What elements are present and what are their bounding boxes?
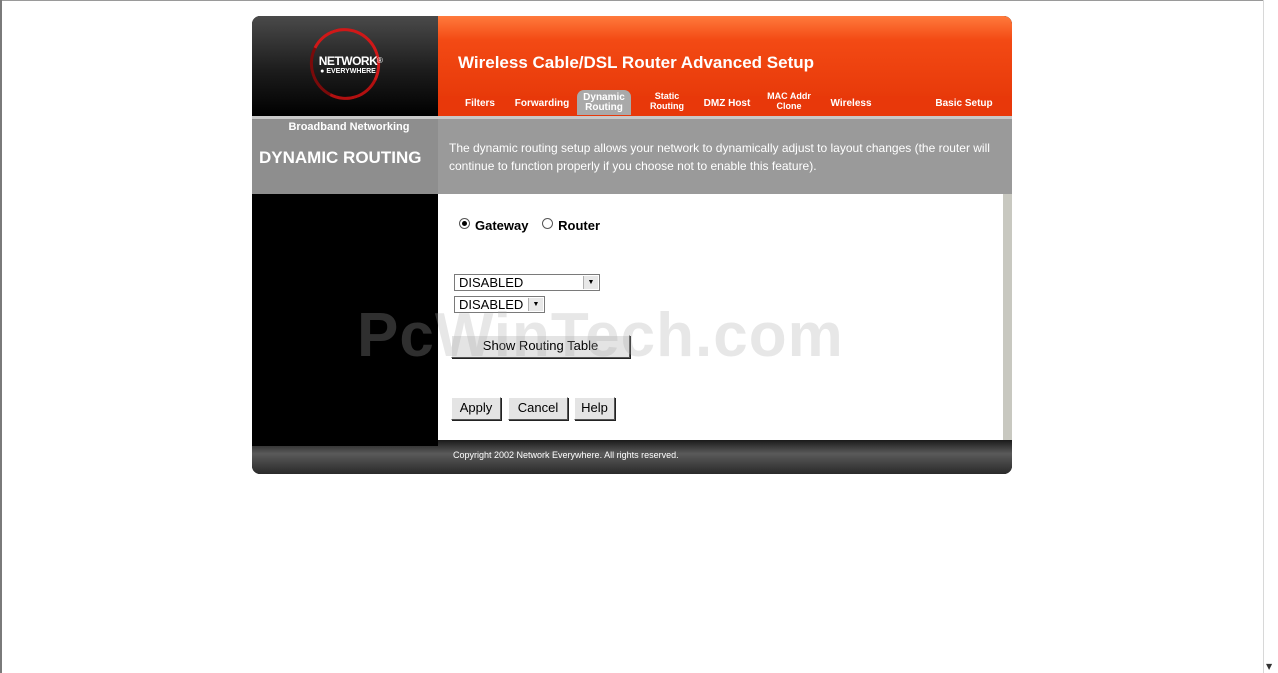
router-radio-label[interactable]: Router bbox=[558, 218, 600, 233]
tab-static-routing-line2: Routing bbox=[650, 101, 684, 111]
tab-mac-addr-clone-line1: MAC Addr bbox=[767, 91, 811, 101]
apply-button[interactable]: Apply bbox=[451, 397, 501, 420]
tab-static-routing-line1: Static bbox=[654, 91, 680, 101]
logo: NETWORK ● EVERYWHERE bbox=[314, 55, 382, 76]
tab-mac-addr-clone[interactable]: MAC Addr Clone bbox=[762, 91, 816, 111]
section-title: DYNAMIC ROUTING bbox=[259, 148, 422, 167]
router-admin-frame: NETWORK ● EVERYWHERE ® Wireless Cable/DS… bbox=[252, 16, 1012, 474]
label-column bbox=[252, 194, 438, 440]
working-mode-group: Gateway Router bbox=[459, 218, 610, 233]
tx-select-value: DISABLED bbox=[459, 275, 524, 290]
page-top-border bbox=[0, 0, 1278, 1]
footer-left-strip bbox=[252, 440, 438, 446]
copyright-text: Copyright 2002 Network Everywhere. All r… bbox=[453, 450, 679, 460]
dynamic-routing-label: Dynamic Routing : bbox=[589, 255, 704, 270]
form-area-edge bbox=[1003, 194, 1012, 440]
vertical-scrollbar[interactable]: ▼ bbox=[1263, 0, 1278, 673]
scroll-down-icon[interactable]: ▼ bbox=[1266, 662, 1272, 671]
help-button[interactable]: Help bbox=[574, 397, 615, 420]
page-title: Wireless Cable/DSL Router Advanced Setup bbox=[458, 53, 814, 72]
chevron-down-icon[interactable]: ▼ bbox=[528, 298, 543, 311]
logo-panel: NETWORK ● EVERYWHERE ® bbox=[252, 16, 438, 116]
show-routing-table-button[interactable]: Show Routing Table bbox=[451, 335, 630, 358]
gateway-radio-label[interactable]: Gateway bbox=[475, 218, 528, 233]
tab-filters[interactable]: Filters bbox=[462, 98, 498, 110]
logo-line2: ● EVERYWHERE bbox=[320, 68, 376, 75]
tab-bar: Filters Forwarding Dynamic Routing Stati… bbox=[438, 90, 1012, 116]
router-radio[interactable] bbox=[542, 218, 554, 229]
working-mode-label: Working Mode : bbox=[606, 217, 704, 232]
page-left-border bbox=[0, 0, 2, 673]
rx-select-value: DISABLED bbox=[459, 297, 524, 312]
tab-dynamic-routing-line2: Routing bbox=[585, 102, 623, 113]
broadband-networking-label: Broadband Networking bbox=[288, 121, 410, 133]
tx-label: TX : bbox=[679, 276, 704, 291]
tab-dynamic-routing[interactable]: Dynamic Routing bbox=[577, 90, 631, 115]
cancel-button[interactable]: Cancel bbox=[508, 397, 568, 420]
tx-select[interactable]: DISABLED ▼ bbox=[454, 274, 600, 291]
rx-label: RX : bbox=[678, 298, 704, 313]
tab-forwarding[interactable]: Forwarding bbox=[514, 98, 570, 110]
tab-mac-addr-clone-line2: Clone bbox=[776, 101, 802, 111]
section-description: The dynamic routing setup allows your ne… bbox=[449, 141, 990, 173]
gateway-radio[interactable] bbox=[459, 218, 470, 229]
tab-static-routing[interactable]: Static Routing bbox=[644, 91, 690, 111]
tab-wireless[interactable]: Wireless bbox=[829, 98, 873, 110]
registered-mark: ® bbox=[377, 56, 383, 65]
tab-basic-setup[interactable]: Basic Setup bbox=[928, 98, 1000, 110]
title-panel: Wireless Cable/DSL Router Advanced Setup bbox=[438, 16, 1012, 96]
logo-line1: NETWORK bbox=[318, 54, 378, 68]
tab-dmz-host[interactable]: DMZ Host bbox=[702, 98, 752, 110]
chevron-down-icon[interactable]: ▼ bbox=[583, 276, 598, 289]
rx-select[interactable]: DISABLED ▼ bbox=[454, 296, 545, 313]
